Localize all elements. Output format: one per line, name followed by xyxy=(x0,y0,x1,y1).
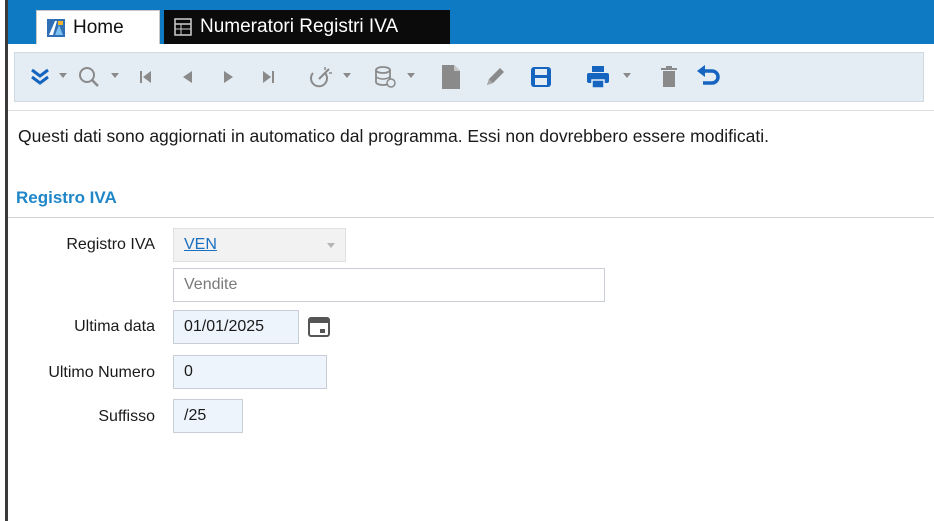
section-divider xyxy=(8,217,934,218)
registro-iva-description: Vendite xyxy=(173,268,605,302)
app-logo-icon xyxy=(47,18,65,37)
undo-button[interactable] xyxy=(693,53,723,101)
registro-iva-value-link[interactable]: VEN xyxy=(184,236,217,254)
ultimo-numero-label: Ultimo Numero xyxy=(48,364,155,381)
database-dropdown-caret[interactable] xyxy=(407,73,415,78)
first-record-button[interactable] xyxy=(133,53,159,101)
previous-record-icon xyxy=(183,71,192,83)
new-document-icon xyxy=(442,65,460,89)
expand-icon xyxy=(31,68,49,85)
search-dropdown-caret[interactable] xyxy=(111,73,119,78)
calendar-icon[interactable] xyxy=(307,314,331,338)
ultimo-numero-field[interactable]: 0 xyxy=(173,355,327,389)
expand-dropdown-caret[interactable] xyxy=(59,73,67,78)
ultima-data-field[interactable]: 01/01/2025 xyxy=(173,310,299,344)
filter-icon xyxy=(310,67,332,88)
tab-numeratori-label: Numeratori Registri IVA xyxy=(200,16,399,37)
tab-numeratori-registri-iva[interactable]: Numeratori Registri IVA xyxy=(164,10,450,44)
print-button[interactable] xyxy=(583,53,613,101)
tab-home[interactable]: Home xyxy=(36,10,160,44)
next-record-icon xyxy=(224,71,233,83)
delete-icon xyxy=(661,66,677,87)
database-icon xyxy=(375,66,396,88)
search-icon xyxy=(79,67,99,87)
registro-iva-combo[interactable]: VEN xyxy=(173,228,346,262)
print-icon xyxy=(587,66,609,89)
section-title: Registro IVA xyxy=(16,188,117,207)
tab-bar: Home Numeratori Registri IVA xyxy=(8,0,934,44)
expand-button[interactable] xyxy=(27,53,53,101)
print-dropdown-caret[interactable] xyxy=(623,73,631,78)
ultima-data-label: Ultima data xyxy=(74,318,155,335)
database-button[interactable] xyxy=(371,53,399,101)
search-button[interactable] xyxy=(75,53,103,101)
last-record-icon xyxy=(263,71,274,83)
undo-icon xyxy=(697,65,720,85)
toolbar xyxy=(8,44,934,111)
toolbar-strip xyxy=(14,52,924,102)
auto-update-notice: Questi dati sono aggiornati in automatic… xyxy=(18,126,769,146)
suffisso-field[interactable]: /25 xyxy=(173,399,243,433)
window-left-border xyxy=(0,0,8,521)
delete-button[interactable] xyxy=(655,53,683,101)
last-record-button[interactable] xyxy=(255,53,281,101)
new-document-button[interactable] xyxy=(437,53,465,101)
table-icon xyxy=(174,18,192,36)
save-icon xyxy=(531,67,551,87)
tab-home-label: Home xyxy=(73,16,124,38)
filter-dropdown-caret[interactable] xyxy=(343,73,351,78)
first-record-icon xyxy=(140,71,151,83)
next-record-button[interactable] xyxy=(215,53,241,101)
previous-record-button[interactable] xyxy=(175,53,201,101)
save-button[interactable] xyxy=(527,53,555,101)
filter-button[interactable] xyxy=(307,53,335,101)
registro-iva-label: Registro IVA xyxy=(66,236,155,253)
chevron-down-icon[interactable] xyxy=(327,243,335,248)
edit-button[interactable] xyxy=(481,53,509,101)
edit-icon xyxy=(487,68,504,85)
suffisso-label: Suffisso xyxy=(98,408,155,425)
